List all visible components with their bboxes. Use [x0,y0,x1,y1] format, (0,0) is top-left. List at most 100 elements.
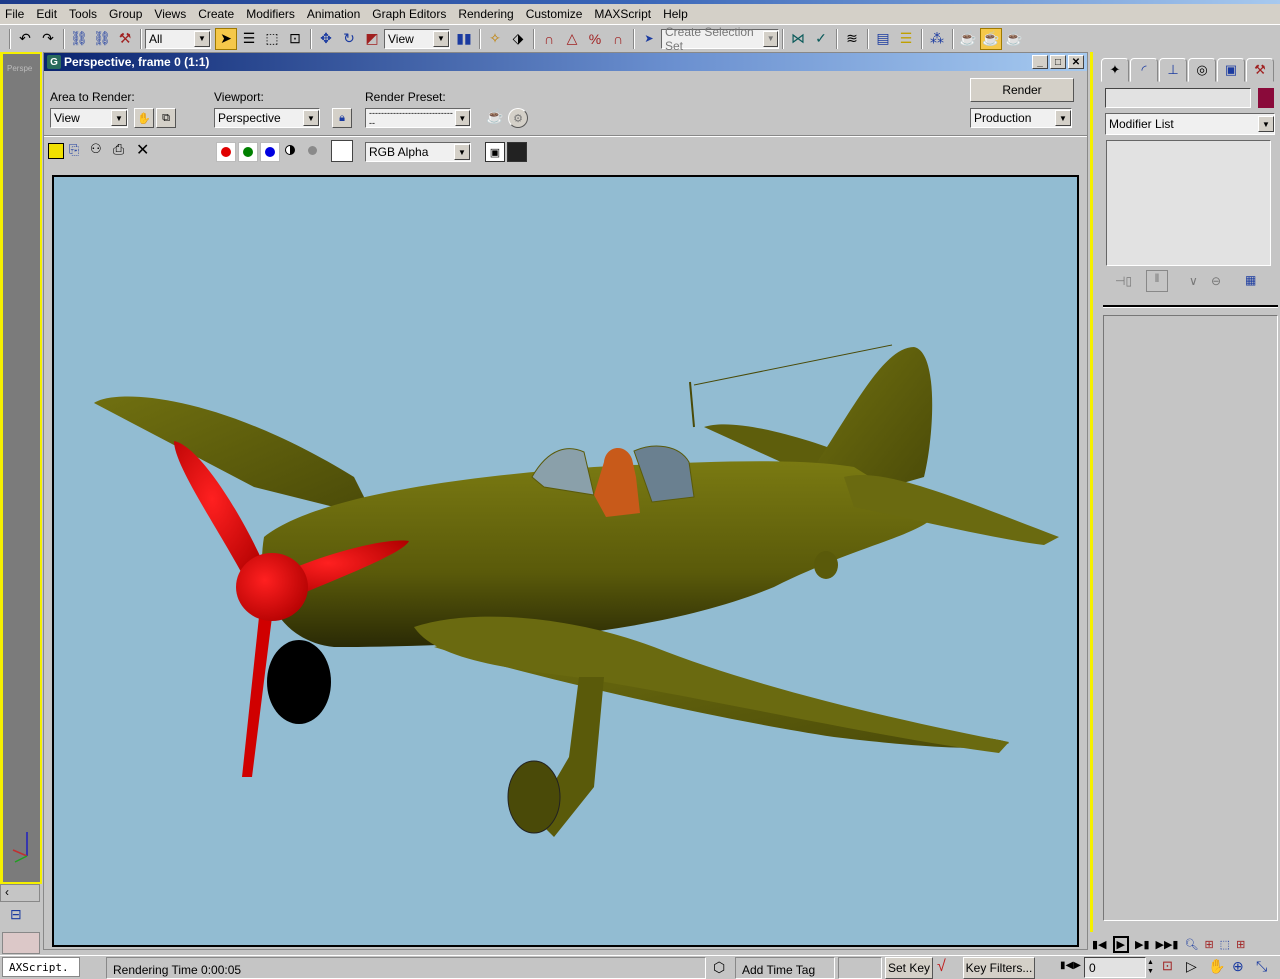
layer-manager-icon[interactable]: ≋ [841,28,863,50]
move-icon[interactable]: ✥ [315,28,337,50]
selection-filter-dropdown[interactable]: All ▼ [145,28,211,49]
hierarchy-tab[interactable]: ⊥ [1159,58,1187,82]
background-viewport[interactable]: Perspe [0,52,42,884]
channel-dropdown[interactable]: RGB Alpha ▼ [365,142,471,162]
dope-sheet-icon[interactable]: ☰ [895,28,917,50]
menu-item-help[interactable]: Help [663,7,688,21]
render-button[interactable]: Render [970,78,1074,102]
edit-named-selection-icon[interactable]: ∩ [607,28,629,50]
rotate-icon[interactable]: ↻ [338,28,360,50]
modify-tab[interactable]: ◜ [1130,58,1158,82]
object-name-field[interactable] [1105,88,1251,108]
green-channel-toggle[interactable] [238,142,258,162]
select-object-icon[interactable]: ➤ [215,27,237,50]
curve-editor-icon[interactable]: ▤ [872,28,894,50]
zoom-all-icon[interactable]: ⊞ [1204,938,1213,951]
zoom-icon[interactable]: 🔍︎ [1184,938,1198,951]
play-icon[interactable]: ▶ [1112,935,1129,953]
pan-icon[interactable]: ✋ [1208,958,1225,975]
next-frame-icon[interactable]: ▶▮ [1135,938,1150,951]
percent-snap-icon[interactable]: △ [561,28,583,50]
zoom-extents-icon[interactable]: ⬚ [1220,938,1230,951]
menu-item-tools[interactable]: Tools [69,7,97,21]
pin-stack-icon[interactable]: ⊣▯ [1115,274,1132,288]
viewport-dropdown[interactable]: Perspective ▼ [214,108,320,128]
blue-channel-toggle[interactable] [260,142,280,162]
menu-item-views[interactable]: Views [154,7,186,21]
environment-effects-icon[interactable]: ⚙ [508,108,528,128]
menu-item-animation[interactable]: Animation [307,7,360,21]
alpha-channel-icon[interactable] [285,145,295,155]
arc-rotate-icon[interactable]: ⊕ [1232,958,1244,975]
maxscript-listener[interactable]: AXScript. [2,957,80,977]
select-link-icon[interactable]: ⛓ [68,28,90,50]
auto-region-icon[interactable]: ⧉ [156,108,176,128]
monochrome-icon[interactable] [308,146,317,155]
prev-frame-icon[interactable]: ▮◀ [1092,938,1107,951]
render-setup-icon[interactable]: ☕ [485,108,505,128]
print-icon[interactable]: ⎙ [113,141,124,158]
menu-item-edit[interactable]: Edit [36,7,57,21]
select-by-name-icon[interactable]: ☰ [238,28,260,50]
manipulate-icon[interactable]: ⬗ [507,28,529,50]
utilities-tab[interactable]: ⚒ [1246,58,1274,82]
show-end-result-icon[interactable]: ǁ [1146,270,1168,292]
scroll-left-button[interactable]: ‹ [0,884,40,902]
zoom-extents-all-icon[interactable]: ⊞ [1236,938,1245,951]
create-tab[interactable]: ✦ [1101,58,1129,82]
maximize-button[interactable]: □ [1050,55,1066,69]
redo-icon[interactable]: ↷ [37,28,59,50]
render-last-icon[interactable]: ☕ [1003,28,1025,50]
spinner-snap-icon[interactable]: % [584,28,606,50]
window-crossing-icon[interactable]: ⊡ [284,28,306,50]
edit-region-icon[interactable]: ✋ [134,108,154,128]
menu-item-file[interactable]: File [5,7,24,21]
display-mono-icon[interactable] [507,142,527,162]
key-mode-toggle-icon[interactable]: √ [937,958,946,976]
align-icon[interactable]: ✓ [810,28,832,50]
menu-item-customize[interactable]: Customize [526,7,583,21]
field-of-view-icon[interactable]: ▷ [1186,958,1197,975]
menu-item-rendering[interactable]: Rendering [458,7,513,21]
undo-icon[interactable]: ↶ [14,28,36,50]
select-mode-icon[interactable]: ⊟ [10,906,32,926]
unlink-icon[interactable]: ⛓ [91,28,113,50]
object-color-swatch[interactable] [1258,88,1274,108]
menu-item-maxscript[interactable]: MAXScript [594,7,651,21]
goto-end-icon[interactable]: ▶▶▮ [1156,938,1179,951]
select-by-name-abc-icon[interactable]: ➤ [638,28,660,50]
named-selection-set-dropdown[interactable]: Create Selection Set ▼ [661,25,779,53]
clone-window-icon[interactable]: ⚇ [90,141,102,157]
menu-item-graph-editors[interactable]: Graph Editors [372,7,446,21]
make-unique-icon[interactable]: ∨ [1189,274,1198,288]
render-preset-dropdown[interactable]: ------------------------------ ▼ [365,108,471,128]
display-alpha-icon[interactable]: ▣ [485,142,505,162]
menu-item-group[interactable]: Group [109,7,142,21]
frame-spinner[interactable]: ▲ ▼ [1147,958,1157,978]
key-mode-field[interactable] [838,957,882,979]
goto-start-icon[interactable]: ▮◀▶ [1060,960,1081,971]
area-to-render-dropdown[interactable]: View ▼ [50,108,128,128]
save-image-icon[interactable] [48,143,64,159]
set-key-button[interactable]: Set Key [885,957,933,979]
add-time-tag-button[interactable]: Add Time Tag [735,957,835,979]
copy-image-icon[interactable]: ⎘ [69,142,79,158]
rect-selection-icon[interactable]: ⬚ [261,28,283,50]
render-scene-icon[interactable]: ☕ [957,28,979,50]
clear-icon[interactable]: ✕ [136,140,149,160]
use-pivot-icon[interactable]: ▮▮ [453,28,475,50]
schematic-view-icon[interactable]: ⁂ [926,28,948,50]
key-filters-button[interactable]: Key Filters... [963,957,1035,979]
current-frame-field[interactable]: 0 [1084,957,1146,978]
red-channel-toggle[interactable] [216,142,236,162]
modifier-stack[interactable] [1106,140,1271,266]
configure-sets-icon[interactable]: ▦ [1245,273,1256,287]
lock-icon[interactable]: 🔒︎ [332,108,352,128]
motion-tab[interactable]: ◎ [1188,58,1216,82]
display-tab[interactable]: ▣ [1217,58,1245,82]
color-swatch[interactable] [331,140,353,162]
close-button[interactable]: ✕ [1068,55,1084,69]
minimize-button[interactable]: _ [1032,55,1048,69]
snap-3d-icon[interactable]: ✧ [484,28,506,50]
production-dropdown[interactable]: Production ▼ [970,108,1072,128]
